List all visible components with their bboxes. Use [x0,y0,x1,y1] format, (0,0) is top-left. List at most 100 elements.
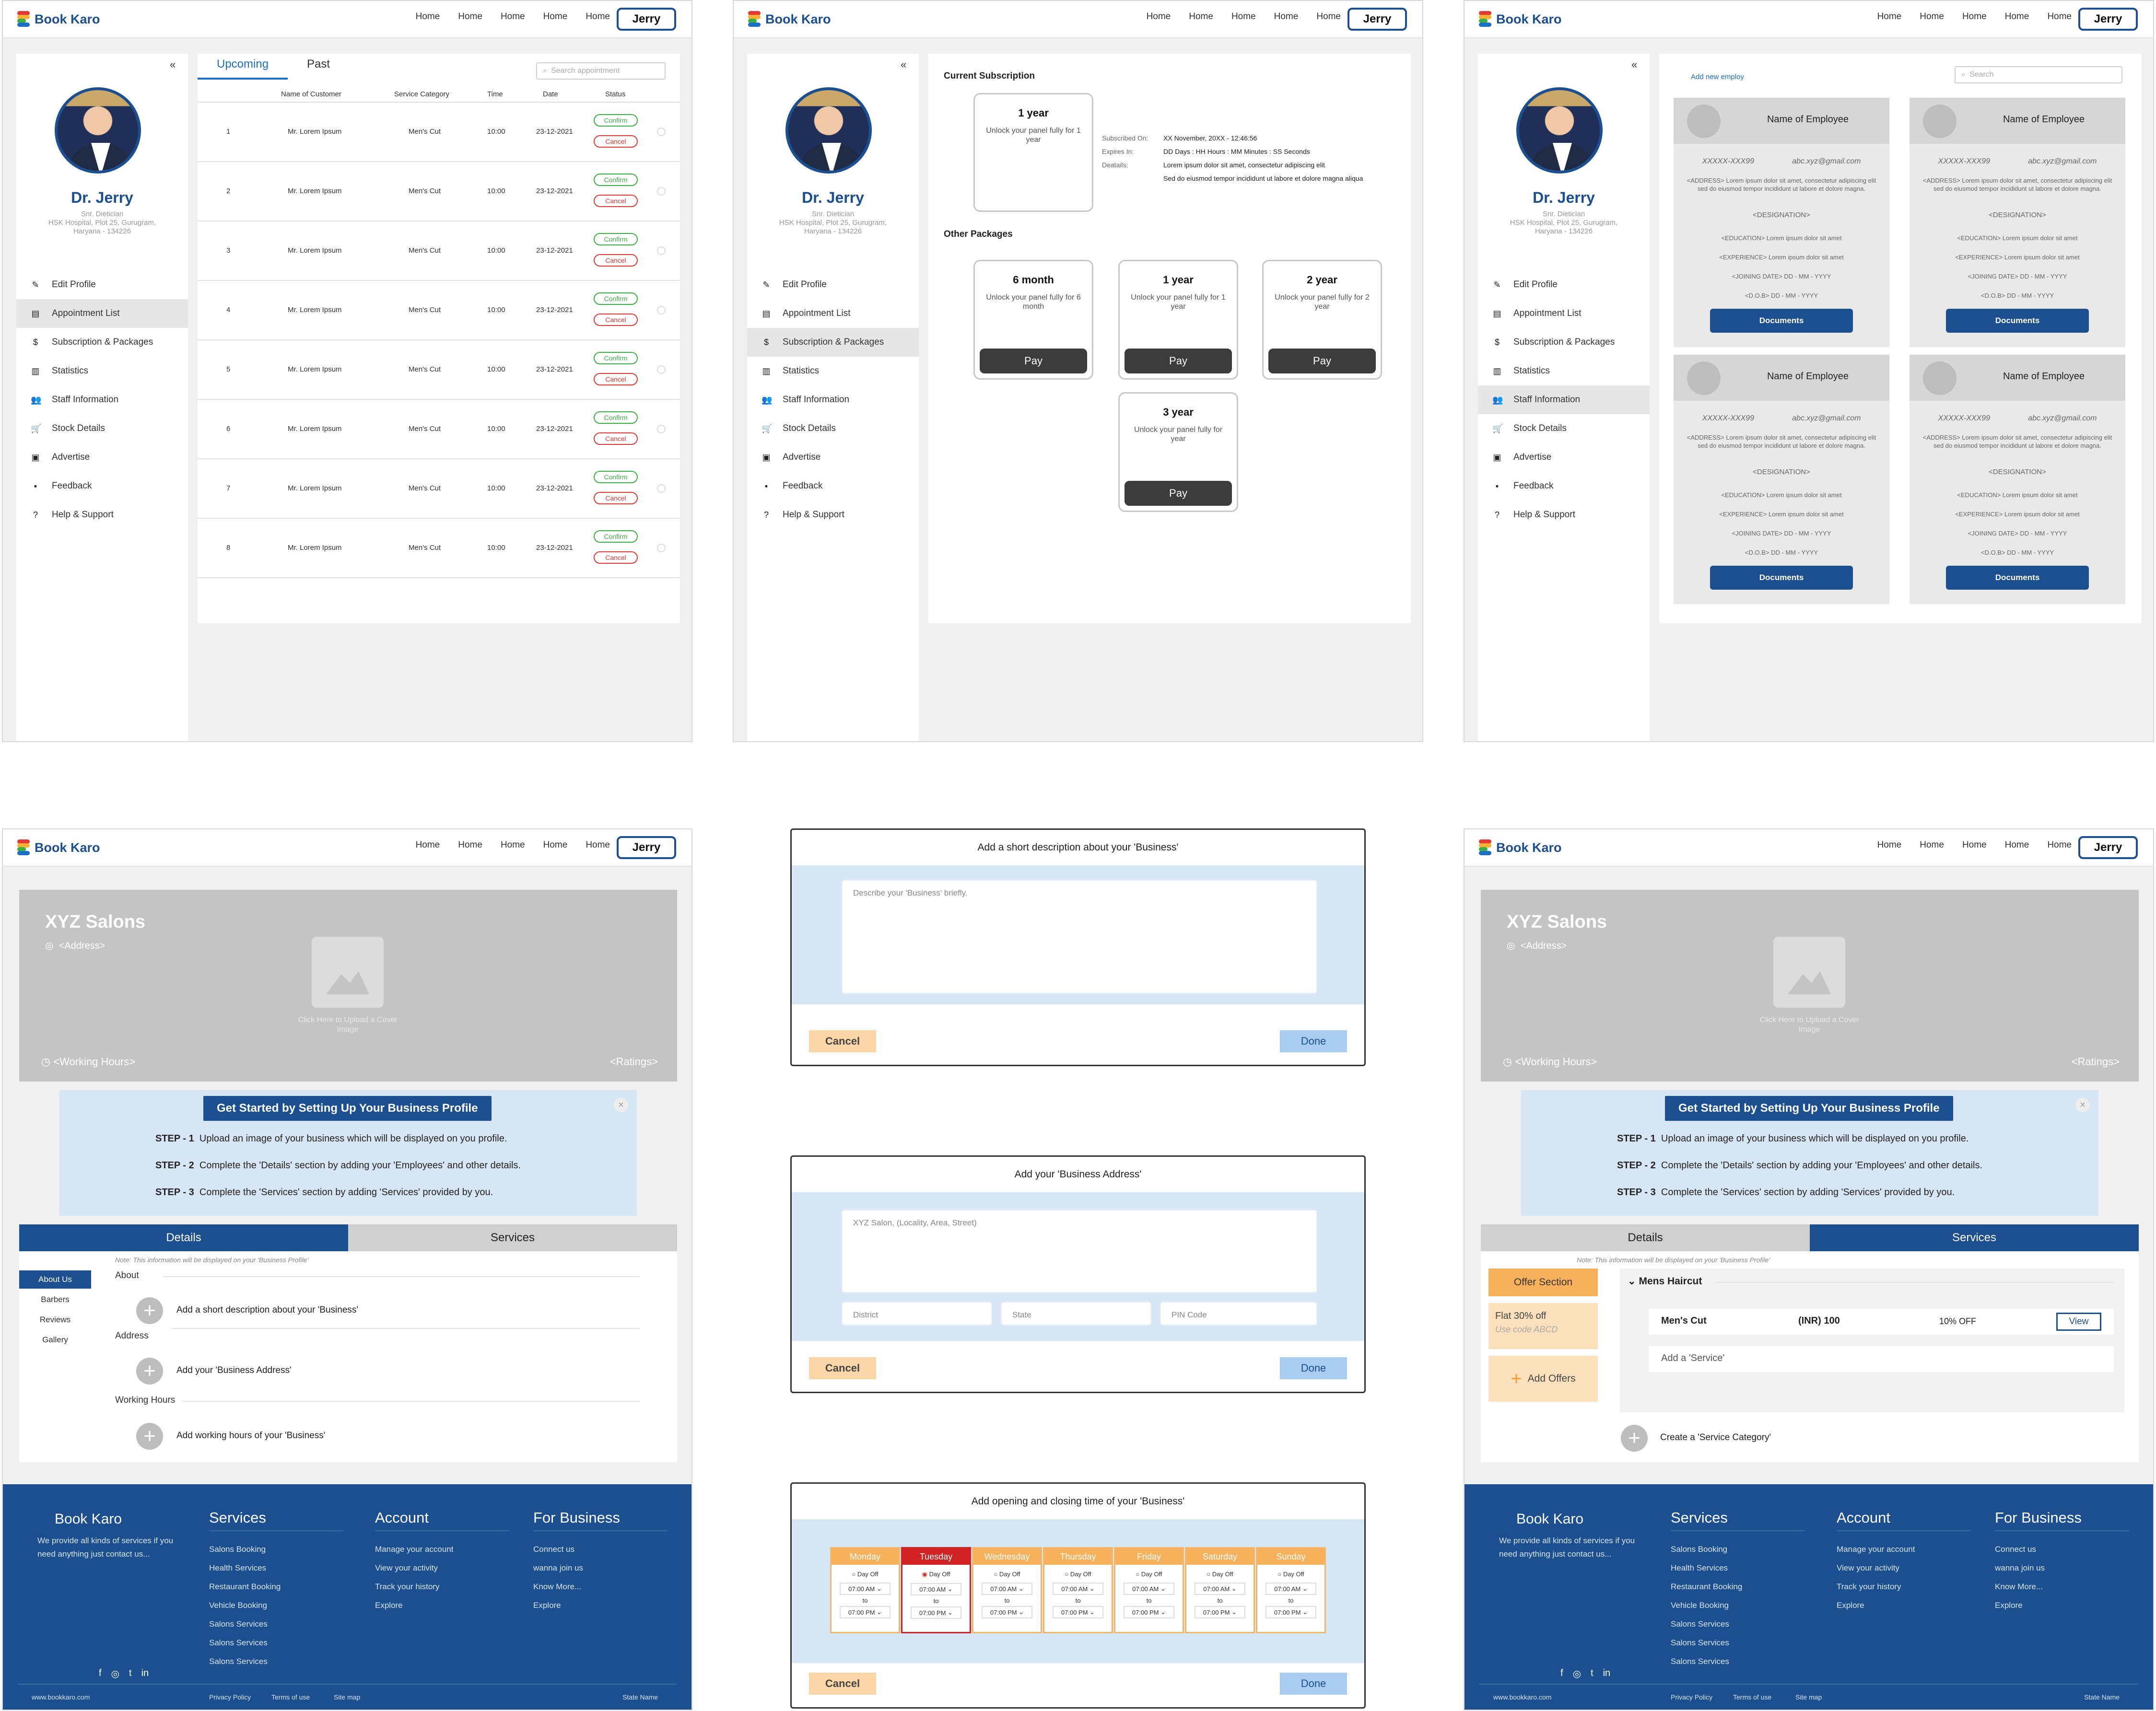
sidetab-gallery[interactable]: Gallery [19,1331,91,1349]
add-service-input[interactable]: Add a 'Service' [1649,1346,2114,1372]
open-time-select[interactable]: 07:00 AM ⌄ [1195,1583,1245,1595]
menu-feedback[interactable]: ▪ Feedback [16,472,188,500]
add-icon[interactable]: + [136,1423,163,1450]
linkedin-icon[interactable]: in [141,1668,149,1680]
day-off-radio[interactable]: ○ Day Off [832,1571,899,1578]
confirm-button[interactable]: Confirm [594,292,638,305]
add-icon[interactable]: + [136,1358,163,1385]
cancel-button[interactable]: Cancel [809,1357,876,1379]
pay-button[interactable]: Pay [1125,481,1232,506]
day-off-radio[interactable]: ○ Day Off [973,1571,1041,1578]
tab-details[interactable]: Details [1481,1224,1810,1251]
image-upload-icon[interactable] [312,937,384,1008]
user-button[interactable]: Jerry [617,836,676,859]
cancel-button[interactable]: Cancel [809,1030,876,1052]
more-icon[interactable] [657,484,666,493]
sitemap-link[interactable]: Site map [334,1693,360,1701]
nav-link[interactable]: Home [2005,12,2029,22]
menu-help[interactable]: ? Help & Support [1478,500,1650,529]
confirm-button[interactable]: Confirm [594,530,638,543]
menu-appointment-list[interactable]: ▤ Appointment List [747,299,919,328]
street-input[interactable]: XYZ Salon, (Locality, Area, Street) [842,1210,1317,1293]
menu-help[interactable]: ? Help & Support [747,500,919,529]
day-column[interactable]: Thursday ○ Day Off 07:00 AM ⌄ to 07:00 PM ⌄ [1043,1547,1113,1633]
add-description-link[interactable]: Add a short description about your 'Busi… [176,1305,358,1315]
menu-subscription[interactable]: $ Subscription & Packages [1478,328,1650,357]
nav-link[interactable]: Home [1962,12,1987,22]
nav-link[interactable]: Home [2047,840,2072,850]
nav-link[interactable]: Home [1274,12,1299,22]
cancel-button[interactable]: Cancel [594,432,638,445]
done-button[interactable]: Done [1280,1030,1347,1052]
cancel-button[interactable]: Cancel [594,314,638,326]
logo[interactable]: Book Karo [748,10,831,29]
create-category-link[interactable]: Create a 'Service Category' [1660,1432,1771,1443]
nav-link[interactable]: Home [543,12,568,22]
twitter-icon[interactable]: t [129,1668,132,1680]
sidetab-reviews[interactable]: Reviews [19,1311,91,1329]
more-icon[interactable] [657,187,666,196]
add-offers-button[interactable]: + Add Offers [1488,1356,1598,1402]
nav-link[interactable]: Home [501,12,525,22]
nav-link[interactable]: Home [586,840,610,850]
nav-link[interactable]: Home [1231,12,1256,22]
logo[interactable]: Book Karo [17,838,100,857]
confirm-button[interactable]: Confirm [594,114,638,127]
day-off-radio[interactable]: ○ Day Off [1186,1571,1254,1578]
tab-upcoming[interactable]: Upcoming [198,54,288,80]
footer-url[interactable]: www.bookkaro.com [32,1693,90,1701]
more-icon[interactable] [657,246,666,255]
nav-link[interactable]: Home [1962,840,1987,850]
cancel-button[interactable]: Cancel [809,1673,876,1695]
close-time-select[interactable]: 07:00 PM ⌄ [1053,1606,1103,1618]
open-time-select[interactable]: 07:00 AM ⌄ [1265,1583,1316,1595]
nav-link[interactable]: Home [1316,12,1341,22]
menu-advertise[interactable]: ▣ Advertise [16,443,188,472]
day-column[interactable]: Monday ○ Day Off 07:00 AM ⌄ to 07:00 PM ⌄ [830,1547,900,1633]
collapse-icon[interactable]: « [901,58,906,71]
district-input[interactable]: District [842,1302,992,1326]
logo[interactable]: Book Karo [1479,838,1562,857]
menu-help[interactable]: ? Help & Support [16,500,188,529]
sidetab-barbers[interactable]: Barbers [19,1291,91,1309]
add-icon[interactable]: + [136,1297,163,1324]
pay-button[interactable]: Pay [980,349,1087,373]
confirm-button[interactable]: Confirm [594,471,638,483]
user-button[interactable]: Jerry [2078,836,2138,859]
facebook-icon[interactable]: f [99,1668,102,1680]
menu-staff[interactable]: 👥 Staff Information [747,385,919,414]
day-column[interactable]: Friday ○ Day Off 07:00 AM ⌄ to 07:00 PM ⌄ [1114,1547,1184,1633]
menu-statistics[interactable]: ▥ Statistics [747,357,919,385]
nav-link[interactable]: Home [1877,840,1902,850]
user-button[interactable]: Jerry [1348,8,1407,31]
confirm-button[interactable]: Confirm [594,174,638,186]
view-button[interactable]: View [2056,1313,2101,1331]
footer-url[interactable]: www.bookkaro.com [1493,1693,1551,1701]
menu-edit-profile[interactable]: ✎ Edit Profile [16,270,188,299]
tab-services[interactable]: Services [1810,1224,2139,1251]
menu-statistics[interactable]: ▥ Statistics [1478,357,1650,385]
logo[interactable]: Book Karo [17,10,100,29]
close-time-select[interactable]: 07:00 PM ⌄ [840,1606,891,1618]
add-address-link[interactable]: Add your 'Business Address' [176,1365,292,1376]
state-input[interactable]: State [1001,1302,1151,1326]
description-textarea[interactable]: Describe your 'Business' briefly. [842,880,1317,994]
twitter-icon[interactable]: t [1591,1668,1594,1680]
cancel-button[interactable]: Cancel [594,135,638,148]
day-column[interactable]: Wednesday ○ Day Off 07:00 AM ⌄ to 07:00 PM ⌄ [972,1547,1042,1633]
nav-link[interactable]: Home [501,840,525,850]
user-button[interactable]: Jerry [2078,8,2138,31]
documents-button[interactable]: Documents [1710,566,1853,590]
close-icon[interactable]: × [2075,1098,2090,1112]
day-off-radio[interactable]: ○ Day Off [1044,1571,1112,1578]
sidetab-about[interactable]: About Us [19,1270,91,1289]
image-upload-icon[interactable] [1773,937,1845,1008]
day-off-radio[interactable]: ○ Day Off [1257,1571,1324,1578]
nav-link[interactable]: Home [2005,840,2029,850]
offer-section-button[interactable]: Offer Section [1488,1269,1598,1296]
tab-details[interactable]: Details [19,1224,348,1251]
nav-link[interactable]: Home [1147,12,1171,22]
menu-stock[interactable]: 🛒 Stock Details [747,414,919,443]
menu-feedback[interactable]: ▪ Feedback [747,472,919,500]
add-hours-link[interactable]: Add working hours of your 'Business' [176,1431,325,1441]
